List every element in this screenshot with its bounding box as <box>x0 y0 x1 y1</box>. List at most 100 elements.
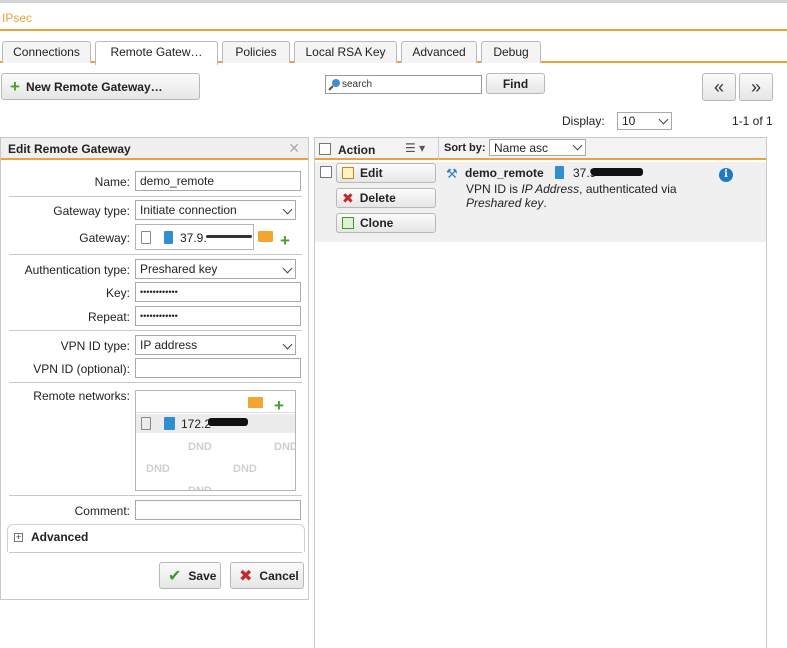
tab-policies[interactable]: Policies <box>222 41 290 63</box>
repeat-key-field[interactable] <box>135 306 301 326</box>
dnd-hint: DND <box>188 441 212 453</box>
tab-local-rsa-key[interactable]: Local RSA Key <box>294 41 397 63</box>
search-icon <box>328 79 340 91</box>
new-remote-gateway-button[interactable]: + New Remote Gateway… <box>1 73 200 100</box>
sort-value: Name asc <box>494 141 549 155</box>
clone-button[interactable]: Clone <box>336 213 436 233</box>
tab-connections[interactable]: Connections <box>2 41 91 63</box>
edit-label: Edit <box>360 166 383 180</box>
delete-button[interactable]: ✖ Delete <box>336 188 436 208</box>
find-button[interactable]: Find <box>486 73 545 94</box>
comment-field[interactable] <box>135 500 301 520</box>
vpn-id-field[interactable] <box>135 358 301 378</box>
gateway-type-select[interactable]: Initiate connection <box>135 200 296 220</box>
folder-icon[interactable] <box>248 397 263 408</box>
plus-icon: + <box>10 76 20 96</box>
vpn-id-label: VPN ID (optional): <box>33 362 130 376</box>
dnd-hint: DND <box>188 485 212 491</box>
divider <box>9 382 302 383</box>
add-network-icon[interactable]: + <box>274 397 284 414</box>
remote-gateway-icon: ⚒ <box>446 166 458 181</box>
authentication-type-value: Preshared key <box>140 262 218 276</box>
cancel-x-icon: ✖ <box>239 567 253 585</box>
column-divider <box>438 138 439 160</box>
display-count-select[interactable]: 10 <box>617 112 672 130</box>
divider <box>9 495 302 496</box>
tab-advanced[interactable]: Advanced <box>401 41 477 63</box>
checkmark-icon: ✔ <box>168 567 182 585</box>
server-icon <box>555 166 564 179</box>
row-checkbox[interactable] <box>320 166 332 178</box>
previous-page-button[interactable]: « <box>702 73 736 101</box>
repeat-label: Repeat: <box>87 310 130 324</box>
trash-icon[interactable] <box>141 231 151 244</box>
remote-networks-dropzone[interactable]: + 172.2 DND DND DND DND DND <box>135 390 296 491</box>
expand-icon[interactable]: + <box>14 533 23 542</box>
panel-title: Edit Remote Gateway <box>8 142 131 156</box>
vpn-id-type-select[interactable]: IP address <box>135 335 296 355</box>
clone-icon <box>342 217 354 229</box>
description-vpn-id: IP Address <box>521 182 580 196</box>
divider <box>9 330 302 331</box>
save-button[interactable]: ✔ Save <box>159 562 221 589</box>
sort-select[interactable]: Name asc <box>489 139 586 156</box>
edit-button[interactable]: Edit <box>336 163 436 183</box>
authentication-type-label: Authentication type: <box>24 263 130 277</box>
gateway-description: VPN ID is IP Address, authenticated via P… <box>466 182 706 210</box>
display-count-value: 10 <box>622 114 636 128</box>
close-icon[interactable]: ✕ <box>288 140 300 157</box>
display-label: Display: <box>562 114 605 128</box>
description-end: . <box>543 196 547 210</box>
title-bar: IPsec <box>0 3 787 31</box>
dnd-hint: DND <box>233 463 257 475</box>
cancel-button[interactable]: ✖ Cancel <box>230 562 304 589</box>
search-placeholder: search <box>342 79 373 90</box>
description-middle: , authenticated via <box>579 182 677 196</box>
trash-icon[interactable] <box>141 417 151 430</box>
name-label: Name: <box>94 175 130 189</box>
divider <box>9 552 302 553</box>
chevron-down-icon <box>572 140 583 151</box>
divider <box>9 254 302 255</box>
table-row: Edit ✖ Delete Clone ⚒ demo_remote 37.9 V… <box>315 162 766 242</box>
gateway-dropzone[interactable]: 37.9. <box>135 224 254 250</box>
select-all-checkbox[interactable] <box>319 143 331 155</box>
server-icon <box>164 231 173 244</box>
info-icon[interactable]: i <box>719 168 733 182</box>
name-field[interactable] <box>135 171 301 191</box>
add-gateway-icon[interactable]: + <box>280 232 290 249</box>
list-options-icon[interactable]: ☰ ▾ <box>405 141 425 155</box>
chevron-down-icon <box>282 204 293 215</box>
sort-label: Sort by: <box>444 142 486 154</box>
advanced-section[interactable]: + Advanced <box>7 524 305 552</box>
tab-remote-gateways[interactable]: Remote Gatew… <box>95 41 218 65</box>
dnd-hint: DND <box>274 441 296 453</box>
search-input[interactable]: search <box>325 75 482 94</box>
save-label: Save <box>188 568 217 583</box>
action-column-header: Action <box>338 143 376 157</box>
folder-icon[interactable] <box>258 231 273 242</box>
page-title: IPsec <box>2 11 33 25</box>
redaction-mark <box>208 418 248 426</box>
description-auth: Preshared key <box>466 196 544 210</box>
gateway-value: 37.9. <box>180 231 207 245</box>
authentication-type-select[interactable]: Preshared key <box>135 259 296 279</box>
cancel-label: Cancel <box>259 568 299 583</box>
key-field[interactable] <box>135 282 301 302</box>
chevron-down-icon <box>658 114 669 125</box>
divider <box>9 196 302 197</box>
gateway-label: Gateway: <box>79 231 130 245</box>
edit-icon <box>342 167 354 179</box>
comment-label: Comment: <box>74 504 130 518</box>
panel-header: Edit Remote Gateway ✕ <box>1 138 308 160</box>
chevron-down-icon <box>282 263 293 274</box>
vpn-id-type-value: IP address <box>140 338 198 352</box>
list-header: Action ☰ ▾ Sort by: Name asc <box>315 138 766 160</box>
gateway-name: demo_remote <box>465 166 544 180</box>
dnd-hint: DND <box>146 463 170 475</box>
tab-debug[interactable]: Debug <box>481 41 541 63</box>
remote-networks-label: Remote networks: <box>33 389 130 403</box>
next-page-button[interactable]: » <box>739 73 773 101</box>
key-label: Key: <box>105 286 130 300</box>
clone-label: Clone <box>360 216 394 230</box>
